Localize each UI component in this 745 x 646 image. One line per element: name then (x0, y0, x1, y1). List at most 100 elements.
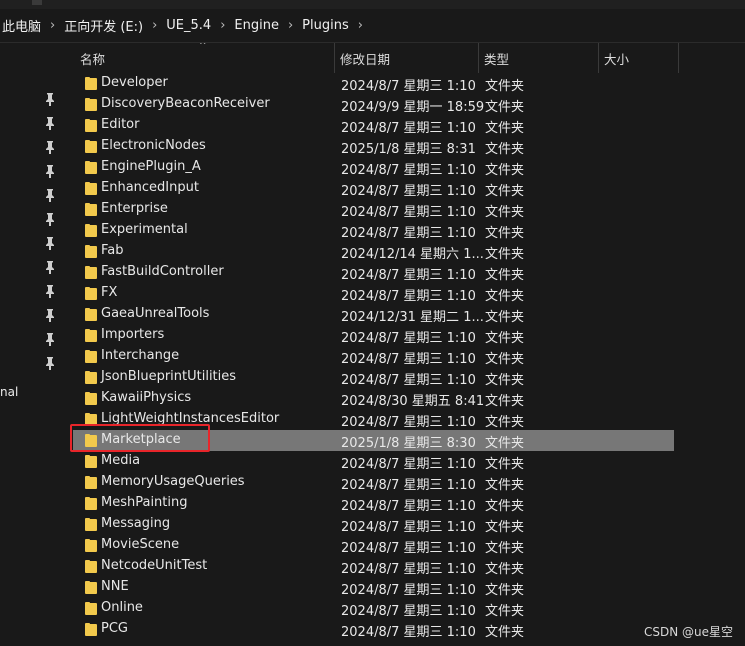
file-row[interactable]: FastBuildController 2024/8/7 星期三 1:10 文件夹 (73, 262, 674, 283)
file-row[interactable]: JsonBlueprintUtilities 2024/8/7 星期三 1:10 文… (73, 367, 674, 388)
file-type: 文件夹 (485, 373, 525, 388)
address-bar[interactable]: 此电脑 › 正向开发 (E:) › UE_5.4 › Engine › Plugins › (0, 9, 745, 43)
file-type: 文件夹 (485, 394, 525, 409)
pin-icon[interactable] (44, 187, 56, 202)
pin-icon[interactable] (44, 235, 56, 250)
pin-icon[interactable] (44, 283, 56, 298)
file-type: 文件夹 (485, 268, 525, 283)
file-type: 文件夹 (485, 79, 525, 94)
file-date: 2024/8/7 星期三 1:10 (341, 184, 476, 199)
pin-icon[interactable] (44, 259, 56, 274)
file-name: Messaging (101, 516, 171, 531)
folder-icon (85, 287, 97, 300)
file-date: 2024/8/30 星期五 8:41 (341, 394, 485, 409)
title-strip-block (32, 0, 42, 5)
file-date: 2024/8/7 星期三 1:10 (341, 121, 476, 136)
file-row[interactable]: KawaiiPhysics 2024/8/30 星期五 8:41 文件夹 (73, 388, 674, 409)
file-type: 文件夹 (485, 436, 525, 451)
file-row[interactable]: MeshPainting 2024/8/7 星期三 1:10 文件夹 (73, 493, 674, 514)
navigation-pane: nal (0, 43, 70, 646)
breadcrumb-item[interactable]: 此电脑 (0, 16, 46, 35)
nav-item-partial-label[interactable]: nal (0, 385, 18, 399)
pin-icon[interactable] (44, 211, 56, 226)
file-date: 2024/8/7 星期三 1:10 (341, 520, 476, 535)
file-date: 2025/1/8 星期三 8:31 (341, 142, 476, 157)
file-row[interactable]: LightWeightInstancesEditor 2024/8/7 星期三 1… (73, 409, 674, 430)
file-row[interactable]: Experimental 2024/8/7 星期三 1:10 文件夹 (73, 220, 674, 241)
file-row[interactable]: ElectronicNodes 2025/1/8 星期三 8:31 文件夹 (73, 136, 674, 157)
folder-icon (85, 245, 97, 258)
file-date: 2024/8/7 星期三 1:10 (341, 604, 476, 619)
column-header-date[interactable]: 修改日期 (335, 43, 479, 73)
column-header-type[interactable]: 类型 (479, 43, 599, 73)
watermark: CSDN @ue星空 (643, 625, 733, 639)
file-name: Experimental (101, 222, 188, 237)
file-row[interactable]: FX 2024/8/7 星期三 1:10 文件夹 (73, 283, 674, 304)
chevron-right-icon[interactable]: › (284, 18, 297, 33)
file-date: 2024/8/7 星期三 1:10 (341, 289, 476, 304)
chevron-right-icon[interactable]: › (148, 18, 161, 33)
pin-icon[interactable] (44, 163, 56, 178)
folder-icon (85, 224, 97, 237)
pin-icon[interactable] (44, 307, 56, 322)
file-name: Editor (101, 117, 140, 132)
file-row[interactable]: Media 2024/8/7 星期三 1:10 文件夹 (73, 451, 674, 472)
folder-icon (85, 308, 97, 321)
file-row[interactable]: Editor 2024/8/7 星期三 1:10 文件夹 (73, 115, 674, 136)
pin-icon[interactable] (44, 139, 56, 154)
folder-icon (85, 560, 97, 573)
file-row[interactable]: MovieScene 2024/8/7 星期三 1:10 文件夹 (73, 535, 674, 556)
file-name: Media (101, 453, 141, 468)
file-name: Interchange (101, 348, 180, 363)
column-header: ^ 名称 修改日期 类型 大小 (70, 43, 745, 73)
file-date: 2024/9/9 星期一 18:59 (341, 100, 485, 115)
chevron-right-icon[interactable]: › (46, 18, 59, 33)
column-header-name[interactable]: 名称 (75, 43, 335, 73)
file-type: 文件夹 (485, 520, 525, 535)
file-row[interactable]: NNE 2024/8/7 星期三 1:10 文件夹 (73, 577, 674, 598)
file-date: 2024/8/7 星期三 1:10 (341, 331, 476, 346)
file-type: 文件夹 (485, 478, 525, 493)
file-date: 2024/8/7 星期三 1:10 (341, 268, 476, 283)
pin-icon[interactable] (44, 91, 56, 106)
breadcrumb-item[interactable]: Plugins (297, 18, 354, 33)
pin-icon[interactable] (44, 331, 56, 346)
file-type: 文件夹 (485, 205, 525, 220)
file-row[interactable]: NetcodeUnitTest 2024/8/7 星期三 1:10 文件夹 (73, 556, 674, 577)
breadcrumb-item[interactable]: UE_5.4 (161, 18, 216, 33)
column-header-size[interactable]: 大小 (599, 43, 679, 73)
file-row[interactable]: EnginePlugin_A 2024/8/7 星期三 1:10 文件夹 (73, 157, 674, 178)
file-name: DiscoveryBeaconReceiver (101, 96, 270, 111)
file-row[interactable]: PCG 2024/8/7 星期三 1:10 文件夹 (73, 619, 674, 640)
file-name: KawaiiPhysics (101, 390, 192, 405)
file-name: NNE (101, 579, 129, 594)
file-row[interactable]: Developer 2024/8/7 星期三 1:10 文件夹 (73, 73, 674, 94)
file-type: 文件夹 (485, 541, 525, 556)
file-date: 2024/8/7 星期三 1:10 (341, 583, 476, 598)
file-row[interactable]: Importers 2024/8/7 星期三 1:10 文件夹 (73, 325, 674, 346)
folder-icon (85, 161, 97, 174)
file-row[interactable]: Fab 2024/12/14 星期六 1... 文件夹 (73, 241, 674, 262)
file-name: EnginePlugin_A (101, 159, 201, 174)
file-row[interactable]: Messaging 2024/8/7 星期三 1:10 文件夹 (73, 514, 674, 535)
breadcrumb-item[interactable]: 正向开发 (E:) (59, 16, 148, 35)
file-row[interactable]: DiscoveryBeaconReceiver 2024/9/9 星期一 18:5… (73, 94, 674, 115)
file-row[interactable]: Online 2024/8/7 星期三 1:10 文件夹 (73, 598, 674, 619)
file-row[interactable]: Enterprise 2024/8/7 星期三 1:10 文件夹 (73, 199, 674, 220)
file-date: 2024/8/7 星期三 1:10 (341, 478, 476, 493)
chevron-right-icon[interactable]: › (354, 18, 367, 33)
file-row[interactable]: GaeaUnrealTools 2024/12/31 星期二 1... 文件夹 (73, 304, 674, 325)
file-name: Marketplace (101, 432, 181, 447)
breadcrumb-item[interactable]: Engine (229, 18, 284, 33)
file-name: GaeaUnrealTools (101, 306, 210, 321)
pin-icon[interactable] (44, 115, 56, 130)
file-row[interactable]: MemoryUsageQueries 2024/8/7 星期三 1:10 文件夹 (73, 472, 674, 493)
file-row[interactable]: Marketplace 2025/1/8 星期三 8:30 文件夹 (73, 430, 674, 451)
file-row[interactable]: Interchange 2024/8/7 星期三 1:10 文件夹 (73, 346, 674, 367)
file-date: 2024/8/7 星期三 1:10 (341, 352, 476, 367)
pin-icon[interactable] (44, 355, 56, 370)
file-name: PCG (101, 621, 128, 636)
file-date: 2024/8/7 星期三 1:10 (341, 163, 476, 178)
chevron-right-icon[interactable]: › (216, 18, 229, 33)
file-row[interactable]: EnhancedInput 2024/8/7 星期三 1:10 文件夹 (73, 178, 674, 199)
